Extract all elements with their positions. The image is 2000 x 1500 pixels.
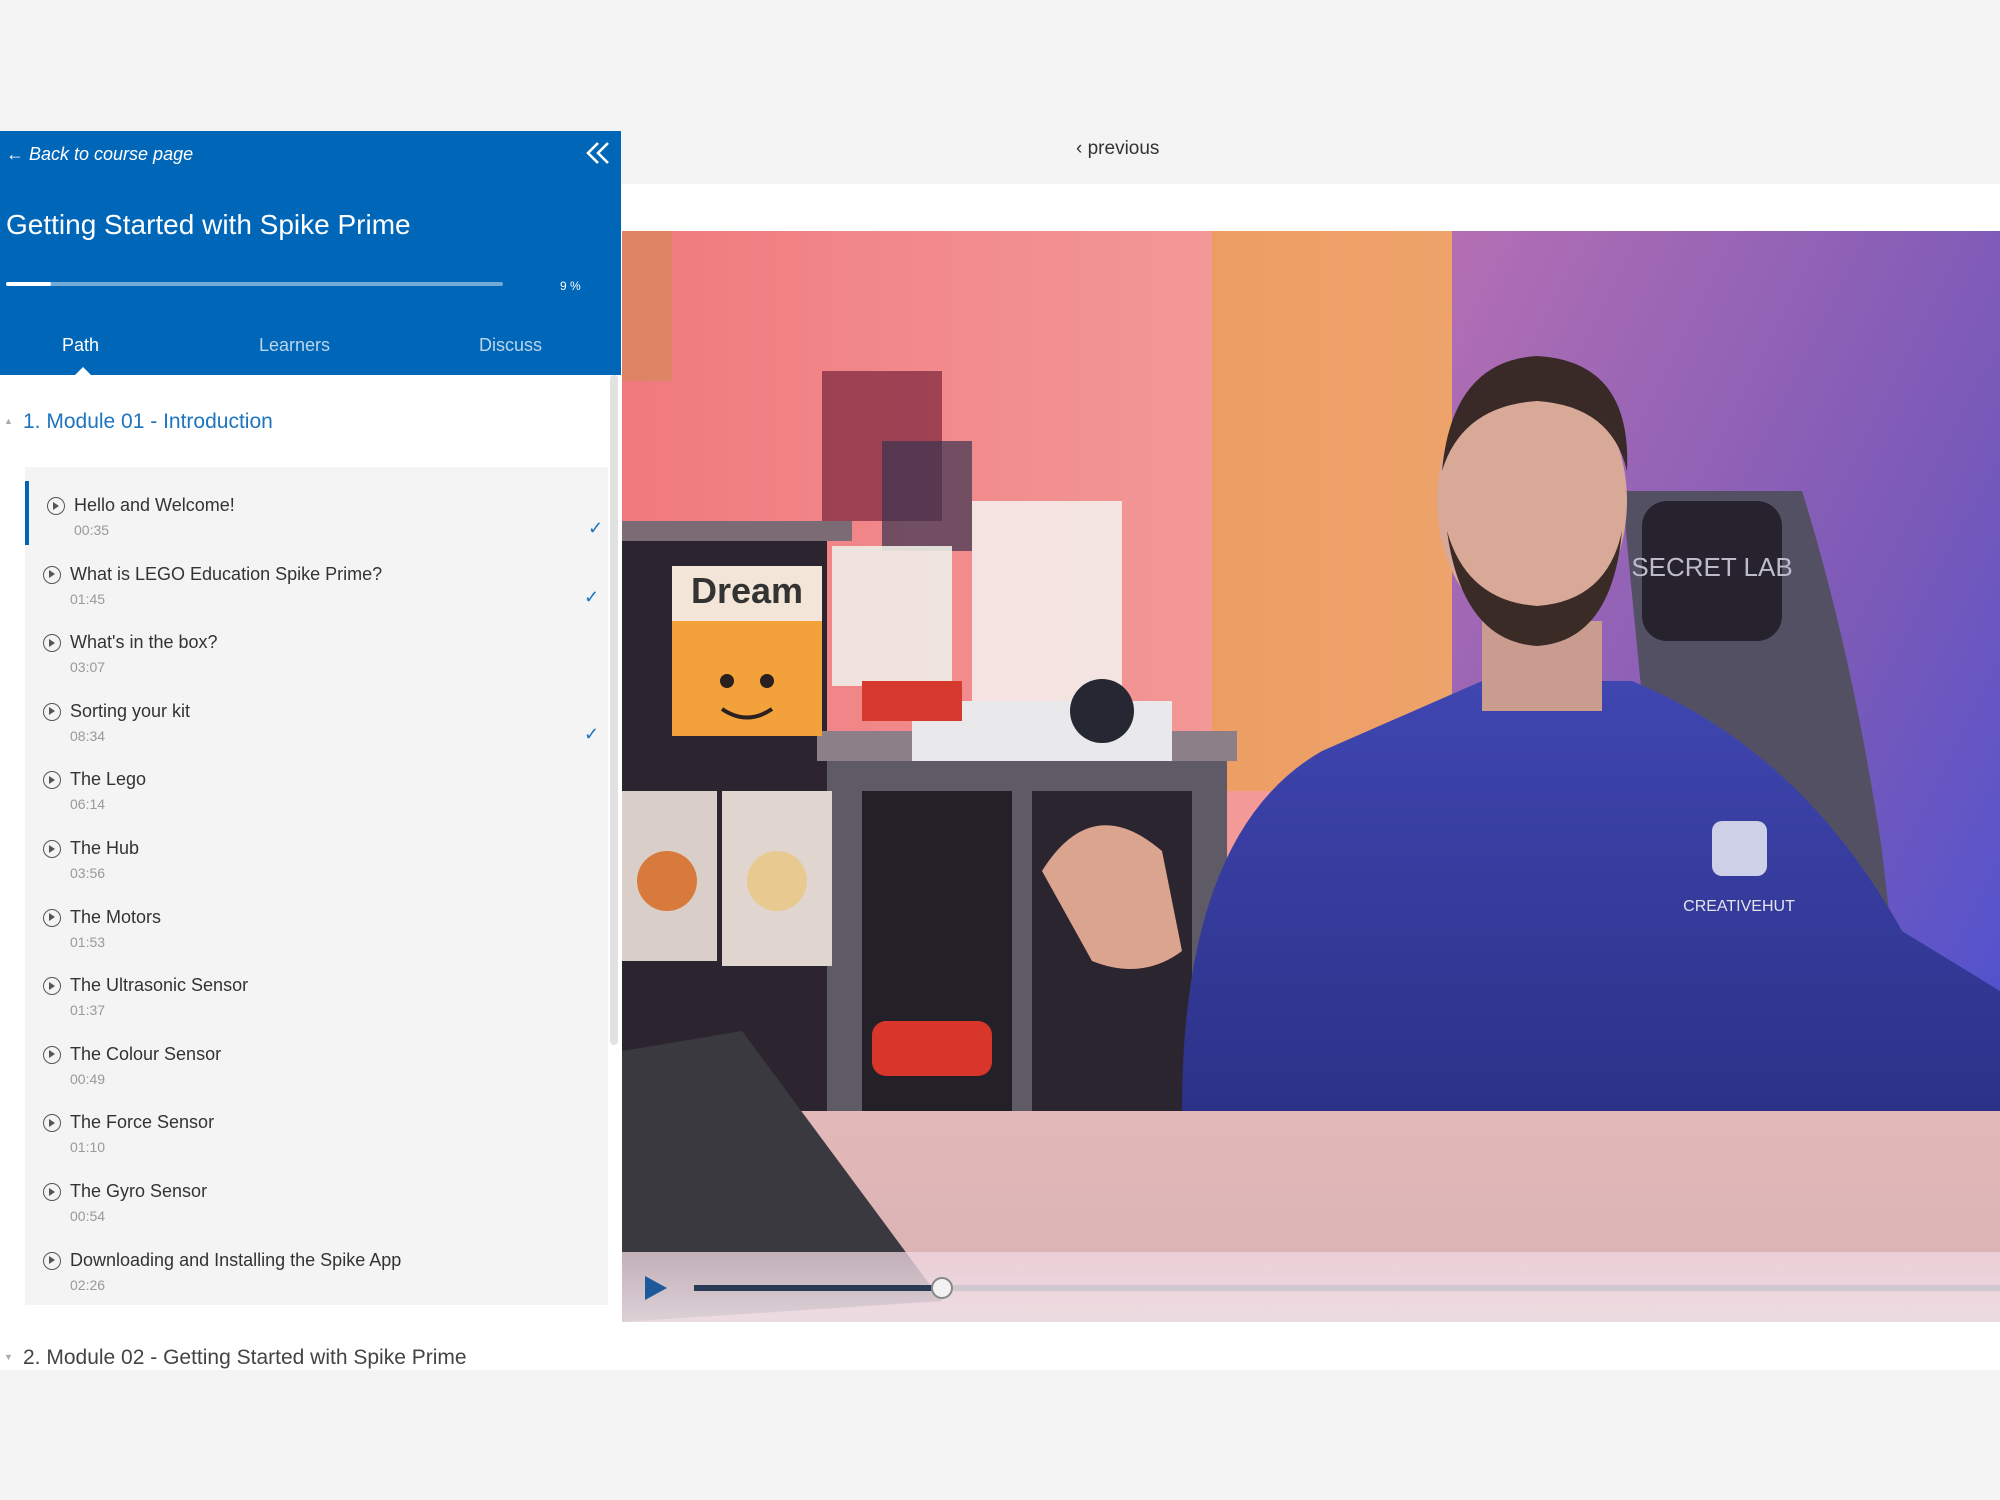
poster-text: Dream: [691, 570, 803, 611]
lesson-title: The Colour Sensor: [70, 1043, 222, 1064]
course-progress-fill: [6, 282, 51, 286]
lesson-title: The Lego: [70, 769, 147, 790]
lesson-item[interactable]: The Colour Sensor 00:49: [25, 1030, 608, 1094]
course-progress-percent: 9 %: [560, 279, 581, 293]
expand-caret-icon: ▲: [4, 416, 13, 426]
active-tab-indicator: [75, 367, 91, 375]
lesson-title: The Motors: [70, 906, 162, 927]
lesson-duration: 01:45: [70, 590, 106, 607]
play-circle-icon: [43, 908, 61, 927]
double-chevron-left-icon: [586, 142, 609, 164]
lesson-duration: 01:53: [70, 933, 106, 950]
play-icon[interactable]: [645, 1276, 667, 1300]
module-title: 2. Module 02 - Getting Started with Spik…: [23, 1346, 467, 1369]
lesson-title: The Force Sensor: [70, 1112, 215, 1133]
checkmark-icon: ✓: [584, 586, 600, 607]
lesson-duration: 06:14: [70, 796, 106, 813]
lesson-duration: 01:37: [70, 1002, 106, 1019]
module-header[interactable]: ▲ 1. Module 01 - Introduction: [0, 402, 605, 452]
lesson-title: The Hub: [70, 838, 140, 858]
previous-link[interactable]: ‹ previous: [1076, 138, 1159, 160]
lesson-item[interactable]: What is LEGO Education Spike Prime? 01:45…: [25, 550, 608, 614]
checkmark-icon: ✓: [588, 518, 604, 538]
lesson-title: The Gyro Sensor: [70, 1181, 208, 1201]
play-circle-icon: [43, 1114, 61, 1133]
lesson-duration: 03:56: [70, 865, 106, 881]
play-circle-icon: [43, 840, 61, 858]
lesson-title: Hello and Welcome!: [74, 495, 235, 515]
lesson-duration: 03:07: [70, 659, 106, 676]
lesson-duration: 02:26: [70, 1276, 106, 1293]
lesson-item[interactable]: What's in the box? 03:07: [25, 618, 608, 682]
course-title: Getting Started with Spike Prime: [6, 209, 411, 240]
course-path-list: ▲ 1. Module 01 - Introduction Hello and …: [0, 375, 621, 1370]
play-circle-icon: [43, 1251, 61, 1270]
lesson-duration: 00:35: [74, 522, 110, 538]
course-sidebar: ← Back to course page Getting Started wi…: [0, 131, 621, 1370]
sidebar-scrollbar[interactable]: [610, 375, 618, 1045]
lesson-item[interactable]: Sorting your kit 08:34 ✓: [25, 687, 608, 751]
play-circle-icon: [43, 565, 61, 584]
hoodie-logo-text: CREATIVEHUT: [1683, 898, 1795, 915]
play-circle-icon: [43, 1045, 61, 1064]
tab-learners[interactable]: Learners: [259, 335, 330, 356]
lesson-duration: 01:10: [70, 1139, 106, 1156]
lesson-item[interactable]: Downloading and Installing the Spike App…: [25, 1236, 608, 1300]
lesson-item[interactable]: The Hub 03:56: [25, 824, 608, 888]
lesson-title: Sorting your kit: [70, 700, 191, 721]
play-circle-icon: [43, 634, 61, 653]
lesson-duration: 00:49: [70, 1070, 106, 1087]
checkmark-icon: ✓: [584, 723, 600, 744]
lesson-duration: 08:34: [70, 727, 106, 744]
module-header[interactable]: ▼ 2. Module 02 - Getting Started with Sp…: [0, 1338, 605, 1370]
sidebar-header: ← Back to course page Getting Started wi…: [0, 131, 621, 375]
play-circle-icon: [43, 977, 61, 996]
lesson-item[interactable]: The Gyro Sensor 00:54: [25, 1167, 608, 1231]
lesson-duration: 00:54: [70, 1208, 106, 1224]
video-frame: Dream SECRET LAB CREATIVEHUT: [622, 231, 2000, 1322]
collapse-sidebar-button[interactable]: [580, 137, 616, 173]
lesson-title: The Ultrasonic Sensor: [70, 975, 249, 996]
play-circle-icon: [43, 1183, 61, 1201]
play-circle-icon: [43, 771, 61, 790]
collapse-caret-icon: ▼: [4, 1352, 13, 1362]
lesson-list: Hello and Welcome! 00:35 ✓ What is LEGO Edu…: [25, 467, 608, 1305]
play-circle-icon: [43, 702, 61, 721]
course-progress-bar: [6, 282, 503, 286]
lesson-item[interactable]: The Motors 01:53: [25, 893, 608, 957]
lesson-title: What is LEGO Education Spike Prime?: [70, 563, 383, 584]
lesson-item[interactable]: Hello and Welcome! 00:35 ✓: [25, 481, 612, 545]
lesson-item[interactable]: The Lego 06:14: [25, 755, 608, 819]
lesson-item[interactable]: The Force Sensor 01:10: [25, 1098, 608, 1162]
back-to-course-link[interactable]: ← Back to course page: [6, 144, 193, 165]
lesson-item[interactable]: The Ultrasonic Sensor 01:37: [25, 961, 608, 1025]
tab-path[interactable]: Path: [62, 335, 99, 356]
tab-discuss[interactable]: Discuss: [479, 335, 542, 356]
module-title: 1. Module 01 - Introduction: [23, 410, 273, 433]
seek-bar-played: [694, 1285, 943, 1291]
lesson-title: What's in the box?: [70, 632, 218, 653]
play-circle-icon: [47, 497, 65, 515]
lesson-title: Downloading and Installing the Spike App: [70, 1249, 402, 1270]
seek-bar[interactable]: [694, 1277, 2000, 1299]
seek-handle[interactable]: [931, 1277, 954, 1299]
video-controls: [622, 1252, 2000, 1322]
chair-logo-text: SECRET LAB: [1631, 552, 1792, 582]
video-player[interactable]: Dream SECRET LAB CREATIVEHUT: [622, 231, 2000, 1322]
